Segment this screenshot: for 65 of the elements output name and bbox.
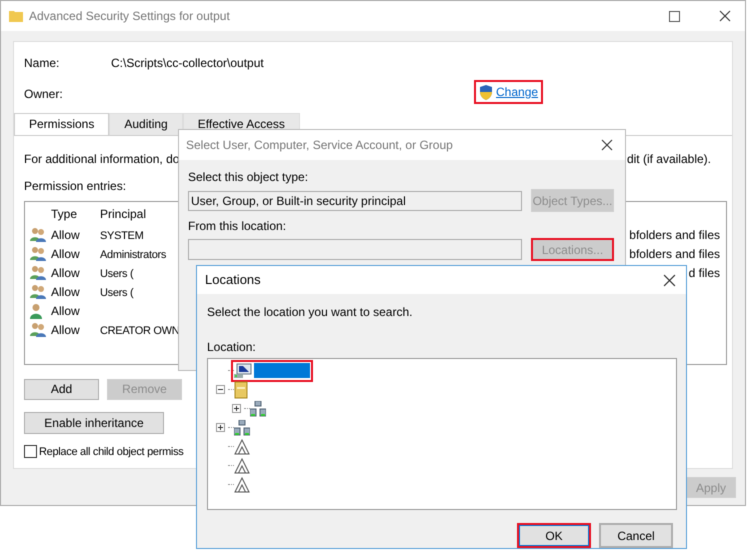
object-type-field[interactable]: User, Group, or Built-in security principal xyxy=(188,190,522,210)
users-icon xyxy=(29,322,47,338)
section-label: Permission entries: xyxy=(24,178,126,194)
users-icon xyxy=(29,265,47,281)
tree-item[interactable] xyxy=(234,438,250,454)
column-header[interactable]: Type xyxy=(51,204,100,222)
instruction-text: Select the location you want to search. xyxy=(207,304,414,321)
shield-icon xyxy=(479,84,493,100)
triangles-icon xyxy=(234,458,250,474)
tree-item[interactable] xyxy=(234,458,250,474)
table-cell-text: Allow xyxy=(51,284,81,301)
dialog-title: Locations xyxy=(205,271,261,290)
table-cell: Users ( xyxy=(100,286,134,299)
tree-item[interactable] xyxy=(234,420,250,436)
info-text: dit (if available). xyxy=(626,150,711,168)
folder-icon xyxy=(9,9,23,23)
maximize-icon[interactable] xyxy=(669,10,680,22)
users-icon xyxy=(29,246,47,262)
domain-icon xyxy=(234,380,248,398)
table-cell: Administrators xyxy=(100,248,166,261)
add-button[interactable]: Add xyxy=(24,378,99,400)
change-link[interactable]: Change xyxy=(477,83,540,101)
expand-icon[interactable] xyxy=(216,423,225,432)
users-icon xyxy=(29,284,47,300)
table-cell-text: Allow xyxy=(51,322,81,339)
users-icon xyxy=(29,227,47,243)
tree-item[interactable] xyxy=(234,476,250,492)
enable-inheritance-button[interactable]: Enable inheritance xyxy=(24,412,164,434)
computer-icon xyxy=(234,362,252,378)
table-cell: bfolders and files xyxy=(629,247,720,261)
table-cell: Users ( xyxy=(100,268,134,280)
user-icon xyxy=(29,302,43,320)
table-cell-text: Allow xyxy=(51,303,81,320)
window-title: Advanced Security Settings for output xyxy=(29,8,230,25)
cancel-button[interactable]: Cancel xyxy=(599,523,673,548)
close-icon[interactable] xyxy=(719,10,731,22)
location-field[interactable] xyxy=(188,239,522,260)
field-label: Name: xyxy=(24,55,60,72)
field-label: From this location: xyxy=(188,218,288,235)
table-cell: SYSTEM xyxy=(100,230,144,242)
collapse-icon[interactable] xyxy=(216,385,225,394)
table-cell: d files xyxy=(688,266,720,280)
field-label: Owner: xyxy=(24,86,64,103)
field-label: Select this object type: xyxy=(188,169,310,186)
close-icon[interactable] xyxy=(663,274,676,286)
table-cell-text: Allow xyxy=(51,246,81,263)
tree-item[interactable] xyxy=(250,400,266,416)
ok-button[interactable]: OK xyxy=(517,523,591,548)
triangles-icon xyxy=(234,476,250,492)
name-value: C:\Scripts\cc-collector\output xyxy=(111,55,265,72)
table-cell-text: Allow xyxy=(51,227,81,244)
checkbox-label: Replace all child object permiss xyxy=(39,444,184,460)
close-icon[interactable] xyxy=(601,139,613,151)
network-icon xyxy=(250,400,266,416)
dialog-title: Select User, Computer, Service Account, or Group xyxy=(186,137,453,154)
triangles-icon xyxy=(234,438,250,454)
table-cell: bfolders and files xyxy=(629,228,720,242)
network-icon xyxy=(234,420,250,436)
tab[interactable]: Permissions xyxy=(14,112,110,134)
field-label: Location: xyxy=(207,339,257,356)
checkbox[interactable] xyxy=(24,445,37,458)
table-cell-text: Allow xyxy=(51,265,81,282)
tree-item[interactable] xyxy=(234,380,248,398)
expand-icon[interactable] xyxy=(232,404,241,413)
tab[interactable]: Auditing xyxy=(109,112,183,134)
